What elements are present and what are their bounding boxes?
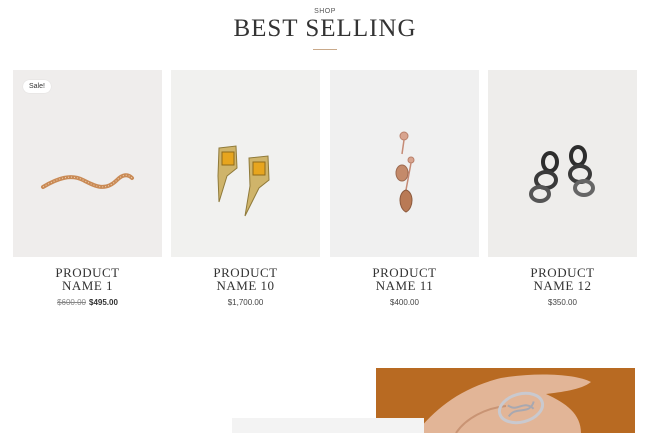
product-price: $1,700.00 [227,298,264,307]
product-card[interactable]: PRODUCT NAME 12 $350.00 [488,70,637,307]
product-card[interactable]: PRODUCT NAME 11 $400.00 [330,70,479,307]
product-name[interactable]: PRODUCT NAME 10 [171,266,320,292]
product-name[interactable]: PRODUCT NAME 1 [13,266,162,292]
original-price: $600.00 [57,298,86,307]
product-image-brooch[interactable]: Sale! [13,70,162,257]
sale-price: $495.00 [89,298,118,307]
product-price: $400.00 [390,298,419,307]
product-name[interactable]: PRODUCT NAME 11 [330,266,479,292]
product-price: $350.00 [548,298,577,307]
section-title: BEST SELLING [233,15,417,42]
title-divider [313,49,337,50]
product-image-gold-earrings[interactable] [171,70,320,257]
promo-panel [232,418,424,433]
product-image-drop-earrings[interactable] [330,70,479,257]
product-price: $600.00 $495.00 [13,298,162,307]
sale-badge: Sale! [23,80,51,93]
product-image-chain-earrings[interactable] [488,70,637,257]
product-card[interactable]: Sale! PRODUCT NAME 1 $600.00 $495.00 [13,70,162,307]
section-eyebrow: SHOP [314,8,336,15]
product-card[interactable]: PRODUCT NAME 10 $1,700.00 [171,70,320,307]
product-name[interactable]: PRODUCT NAME 12 [488,266,637,292]
